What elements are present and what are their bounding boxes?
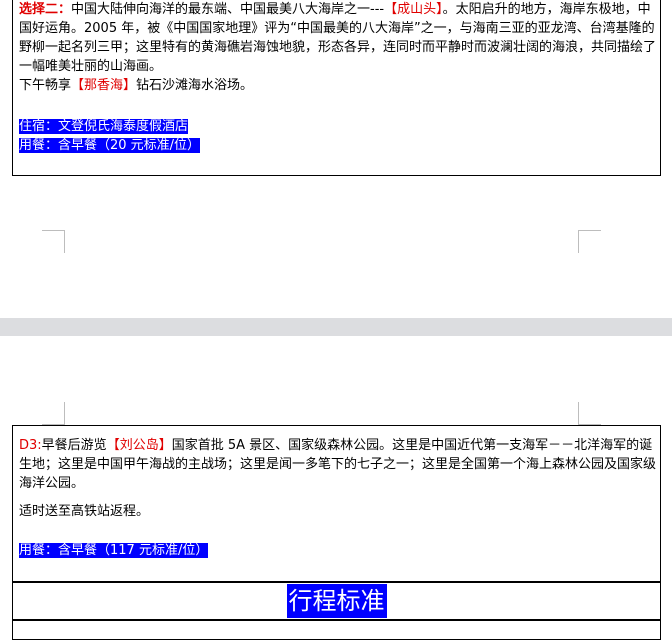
page-separator bbox=[0, 318, 672, 336]
afternoon-text-1: 下午畅享 bbox=[19, 78, 72, 93]
meal-line-1: 用餐：含早餐（20 元标准/位） bbox=[19, 136, 659, 155]
section-title: 行程标准 bbox=[286, 584, 387, 618]
option2-text-1: 中国大陆伸向海洋的最东端、中国最美八大海岸之一--- bbox=[71, 2, 385, 17]
day3-place: 【刘公岛】 bbox=[106, 438, 172, 453]
hotel-text: 住宿：文登倪氏海泰度假酒店 bbox=[19, 119, 189, 134]
crop-mark-right-top bbox=[578, 402, 601, 425]
document-page-1: 选择二：中国大陆伸向海洋的最东端、中国最美八大海岸之一---【成山头】。太阳启升… bbox=[0, 0, 672, 318]
afternoon-text-2: 钻石沙滩海水浴场。 bbox=[136, 78, 254, 93]
day3-label: D3: bbox=[19, 438, 42, 453]
meal-text-2: 用餐：含早餐（117 元标准/位） bbox=[19, 543, 209, 558]
itinerary-table-cell-1: 选择二：中国大陆伸向海洋的最东端、中国最美八大海岸之一---【成山头】。太阳启升… bbox=[12, 0, 661, 176]
crop-mark-left-bottom bbox=[42, 230, 65, 253]
day3-return-line: 适时送至高铁站返程。 bbox=[19, 502, 659, 521]
afternoon-paragraph: 下午畅享【那香海】钻石沙滩海水浴场。 bbox=[19, 76, 659, 95]
day3-text-3: 适时送至高铁站返程。 bbox=[19, 504, 150, 519]
hotel-line: 住宿：文登倪氏海泰度假酒店 bbox=[19, 117, 659, 136]
option2-place: 【成山头】 bbox=[384, 2, 443, 17]
crop-mark-right-bottom bbox=[578, 230, 601, 253]
day3-paragraph: D3:早餐后游览【刘公岛】国家首批 5A 景区、国家级森林公园。这里是中国近代第… bbox=[19, 436, 659, 493]
day3-text-1: 早餐后游览 bbox=[41, 438, 107, 453]
next-table-row bbox=[12, 620, 661, 640]
meal-text-1: 用餐：含早餐（20 元标准/位） bbox=[19, 138, 201, 153]
section-title-cell: 行程标准 bbox=[12, 582, 661, 620]
option2-label: 选择二： bbox=[19, 2, 72, 17]
crop-mark-left-top bbox=[42, 402, 65, 425]
itinerary-table-cell-2: D3:早餐后游览【刘公岛】国家首批 5A 景区、国家级森林公园。这里是中国近代第… bbox=[12, 425, 661, 582]
meal-line-2: 用餐：含早餐（117 元标准/位） bbox=[19, 541, 659, 560]
option2-paragraph: 选择二：中国大陆伸向海洋的最东端、中国最美八大海岸之一---【成山头】。太阳启升… bbox=[19, 0, 659, 76]
section-title-wrap: 行程标准 bbox=[13, 583, 660, 619]
afternoon-place: 【那香海】 bbox=[71, 78, 137, 93]
